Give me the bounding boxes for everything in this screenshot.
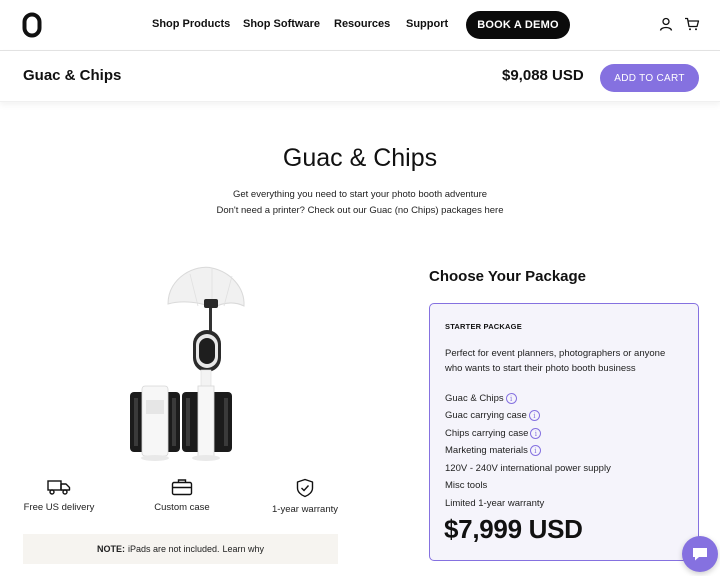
chat-icon xyxy=(693,548,707,561)
info-icon[interactable]: i xyxy=(505,393,517,404)
package-price: $7,999 USD xyxy=(444,514,583,544)
shield-check-icon xyxy=(296,478,314,498)
briefcase-icon xyxy=(171,479,193,496)
truck-icon xyxy=(47,480,71,495)
nav-shop-products[interactable]: Shop Products xyxy=(152,18,230,30)
feature-warranty-label: 1-year warranty xyxy=(272,504,338,515)
note-label: NOTE: xyxy=(96,544,125,554)
choose-package-heading: Choose Your Package xyxy=(429,268,587,285)
package-item: Marketing materials i xyxy=(445,445,541,456)
package-item: Guac & Chips i xyxy=(445,393,517,404)
package-description: Perfect for event planners, photographer… xyxy=(445,348,666,359)
feature-delivery: Free US delivery xyxy=(4,478,114,513)
cart-icon[interactable] xyxy=(684,16,700,32)
user-icon[interactable] xyxy=(658,16,674,32)
hero-subtitle: Get everything you need to start your ph… xyxy=(232,189,488,200)
note-text: iPads are not included. xyxy=(127,544,220,554)
package-item: Guac carrying case i xyxy=(445,410,540,421)
product-bar: Guac & Chips $9,088 USD ADD TO CART xyxy=(0,51,720,102)
page-title: Guac & Chips xyxy=(282,144,438,172)
feature-case-label: Custom case xyxy=(154,502,210,513)
top-nav: Shop Products Shop Software Resources Su… xyxy=(0,0,720,51)
package-item: Misc tools xyxy=(445,480,488,491)
info-icon[interactable]: i xyxy=(529,445,541,456)
package-description-2: who wants to start their photo booth bus… xyxy=(445,363,636,374)
package-item: Chips carrying case i xyxy=(445,428,542,439)
book-demo-button[interactable]: BOOK A DEMO xyxy=(466,11,570,39)
product-image xyxy=(130,266,245,461)
package-name: STARTER PACKAGE xyxy=(445,322,522,331)
logo[interactable] xyxy=(22,12,42,38)
nav-shop-software[interactable]: Shop Software xyxy=(243,18,320,30)
product-bar-price: $9,088 USD xyxy=(502,67,584,84)
info-icon[interactable]: i xyxy=(530,428,542,439)
nav-resources[interactable]: Resources xyxy=(334,18,390,30)
package-item: 120V - 240V international power supply xyxy=(445,463,611,474)
feature-warranty: 1-year warranty xyxy=(250,478,360,515)
nav-support[interactable]: Support xyxy=(406,18,448,30)
chat-button[interactable] xyxy=(682,536,718,572)
feature-delivery-label: Free US delivery xyxy=(23,502,95,513)
package-item: Limited 1-year warranty xyxy=(445,498,545,509)
ipad-note: NOTE: iPads are not included. Learn why xyxy=(23,534,338,564)
product-bar-title: Guac & Chips xyxy=(23,67,122,84)
info-icon[interactable]: i xyxy=(528,410,540,421)
learn-why-link[interactable]: Learn why xyxy=(223,544,265,554)
add-to-cart-button[interactable]: ADD TO CART xyxy=(600,64,699,92)
feature-case: Custom case xyxy=(127,478,237,513)
starter-package-card[interactable]: STARTER PACKAGE Perfect for event planne… xyxy=(429,303,699,561)
hero-no-printer-link[interactable]: Don't need a printer? Check out our Guac… xyxy=(0,205,720,216)
